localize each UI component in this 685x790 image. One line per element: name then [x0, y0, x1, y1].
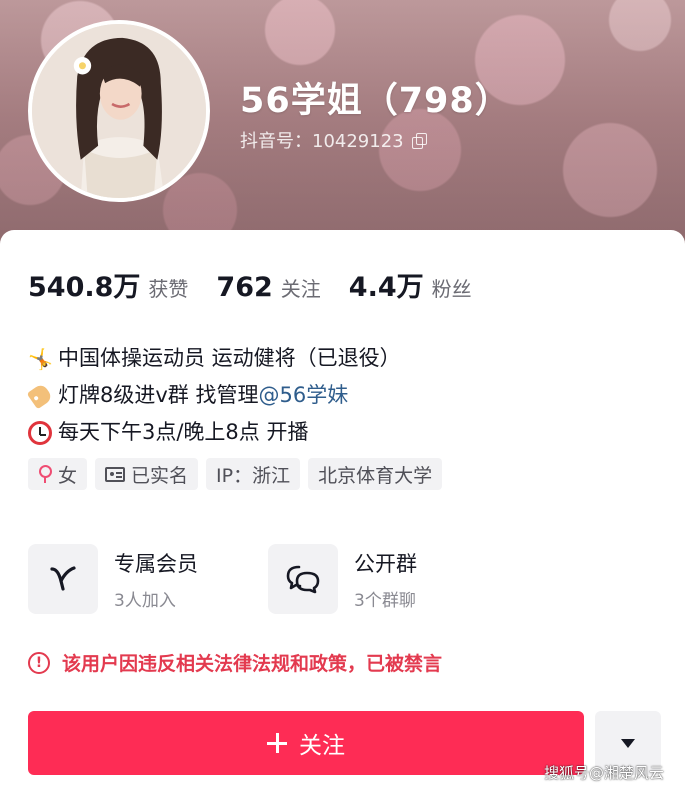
bio-line-3-text: 每天下午3点/晚上8点 开播: [58, 420, 309, 444]
stat-likes: 540.8万 获赞: [28, 265, 188, 304]
stat-following[interactable]: 762 关注: [216, 272, 320, 303]
plus-icon: [267, 733, 287, 753]
tag-school-label: 北京体育大学: [318, 464, 433, 487]
membership-text: 专属会员 3人加入: [114, 548, 198, 611]
membership-icon-box: [28, 544, 98, 614]
stats-row: 540.8万 获赞 762 关注 4.4万 粉丝: [28, 265, 500, 304]
tag-school[interactable]: 北京体育大学: [308, 458, 443, 490]
stat-followers-value: 4.4万: [348, 272, 424, 303]
feature-public-group[interactable]: 公开群 3个群聊: [268, 544, 508, 614]
tag-ip: IP：浙江: [206, 458, 301, 490]
ban-warning: ! 该用户因违反相关法律法规和政策，已被禁言: [28, 649, 442, 676]
tag-ip-label: IP：浙江: [216, 464, 291, 487]
bio-line-3: 每天下午3点/晚上8点 开播: [28, 414, 401, 451]
membership-title: 专属会员: [114, 551, 198, 576]
tag-verified-label: 已实名: [131, 464, 189, 487]
alarm-clock-emoji-icon: [28, 420, 52, 445]
tag-gender-label: 女: [58, 464, 78, 487]
tag-verified: 已实名: [95, 458, 199, 490]
bio: 🤸 中国体操运动员 运动健将（已退役） 灯牌8级进v群 找管理 @56学妹 每天…: [26, 340, 401, 451]
stat-following-value: 762: [216, 272, 273, 303]
id-card-icon: [105, 466, 126, 482]
follow-button[interactable]: 关注: [28, 711, 584, 775]
profile-card: 540.8万 获赞 762 关注 4.4万 粉丝 🤸 中国体操运动员 运动健将（…: [0, 230, 685, 790]
douyin-id-text: 抖音号：10429123: [240, 131, 404, 152]
profile-tags: 女 已实名 IP：浙江 北京体育大学: [28, 458, 443, 490]
feature-membership[interactable]: 专属会员 3人加入: [28, 544, 268, 614]
group-text: 公开群 3个群聊: [354, 548, 417, 611]
stat-followers-label: 粉丝: [431, 277, 472, 301]
tag-gender: 女: [28, 458, 88, 490]
v-icon: [50, 566, 76, 591]
follow-button-label: 关注: [299, 733, 345, 759]
avatar-image: [32, 24, 206, 198]
douyin-id-row[interactable]: 抖音号：10429123: [240, 127, 427, 153]
group-title: 公开群: [354, 551, 417, 576]
stat-followers[interactable]: 4.4万 粉丝: [349, 265, 472, 304]
label-tag-emoji-icon: [26, 382, 54, 409]
chat-bubbles-icon: [286, 565, 320, 594]
profile-nickname: 56学姐（798）: [240, 81, 511, 121]
stat-likes-label: 获赞: [148, 277, 189, 301]
copy-icon[interactable]: [411, 133, 427, 149]
group-icon-box: [268, 544, 338, 614]
bio-line-2: 灯牌8级进v群 找管理 @56学妹: [26, 377, 401, 414]
watermark: 搜狐号@湘楚风云: [544, 764, 665, 782]
exclamation-icon: !: [28, 651, 50, 674]
stat-likes-value: 540.8万: [28, 272, 141, 303]
bio-line-2-text: 灯牌8级进v群 找管理: [58, 383, 259, 407]
group-subtitle: 3个群聊: [354, 590, 416, 611]
membership-subtitle: 3人加入: [114, 590, 176, 611]
gymnast-emoji-icon: 🤸: [28, 346, 53, 371]
stat-following-label: 关注: [280, 277, 321, 301]
bio-line-1-text: 中国体操运动员 运动健将（已退役）: [58, 346, 401, 370]
dropdown-triangle-icon: [621, 738, 635, 748]
ban-warning-text: 该用户因违反相关法律法规和政策，已被禁言: [62, 653, 443, 675]
feature-entries: 专属会员 3人加入 公开群 3个群聊: [28, 544, 508, 614]
avatar[interactable]: [28, 20, 210, 202]
female-icon: [38, 465, 52, 483]
bio-line-1: 🤸 中国体操运动员 运动健将（已退役）: [28, 340, 401, 377]
bio-mention-link[interactable]: @56学妹: [258, 377, 348, 414]
